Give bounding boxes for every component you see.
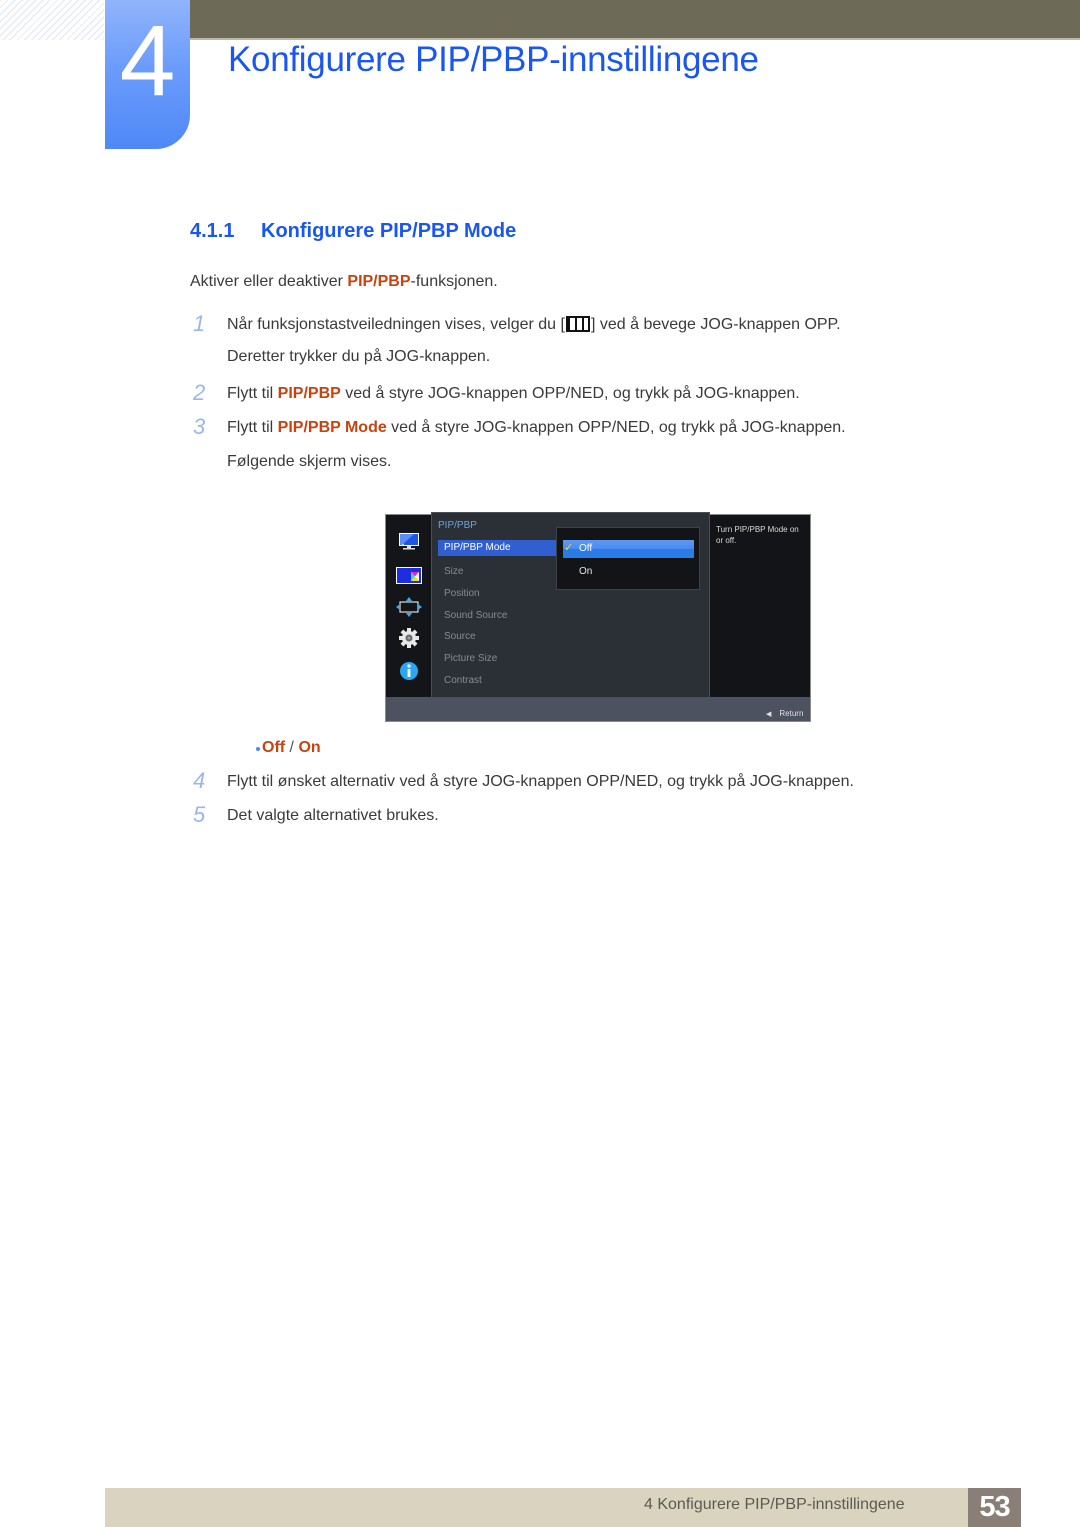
- option-off: Off: [262, 739, 286, 756]
- osd-category-title: PIP/PBP: [438, 520, 477, 531]
- osd-option-dropdown: [556, 527, 700, 590]
- osd-help-text: Turn PIP/PBP Mode on or off.: [716, 525, 799, 545]
- intro-text-end: -funksjonen.: [410, 273, 498, 290]
- step-text: Når funksjonstastveiledningen vises, vel…: [227, 316, 841, 334]
- monitor-icon[interactable]: [396, 531, 422, 553]
- osd-bottom-bar: [386, 697, 810, 721]
- option-separator: /: [285, 739, 299, 756]
- info-icon[interactable]: [396, 660, 422, 682]
- section-title: Konfigurere PIP/PBP Mode: [261, 220, 517, 242]
- step-text-line2: Følgende skjerm vises.: [227, 453, 392, 470]
- osd-option-selected[interactable]: ✓ Off: [563, 540, 694, 558]
- osd-menu-item[interactable]: Size: [444, 566, 463, 577]
- step-text: Det valgte alternativet brukes.: [227, 807, 439, 824]
- pip-pbp-icon[interactable]: [396, 565, 422, 587]
- osd-menu-item[interactable]: Contrast: [444, 675, 482, 686]
- header-bar: [190, 0, 1080, 38]
- step-text: Flytt til PIP/PBP Mode ved å styre JOG-k…: [227, 419, 846, 437]
- intro-text: Aktiver eller deaktiver: [190, 273, 348, 290]
- step-text-part: Flytt til: [227, 385, 278, 402]
- step-highlight: PIP/PBP: [277, 385, 341, 402]
- step-number: 5: [193, 802, 206, 827]
- chapter-number: 4: [119, 5, 176, 117]
- step-number: 2: [193, 380, 206, 405]
- step-text-part: Når funksjonstastveiledningen vises, vel…: [227, 316, 565, 333]
- position-arrows-icon[interactable]: [396, 596, 422, 618]
- osd-menu-item[interactable]: Source: [444, 631, 476, 642]
- osd-menu-item-selected[interactable]: PIP/PBP Mode: [438, 540, 556, 556]
- step-text: Flytt til PIP/PBP ved å styre JOG-knappe…: [227, 385, 800, 403]
- step-text-part: ved å styre JOG-knappen OPP/NED, og tryk…: [386, 419, 846, 436]
- step-number: 1: [193, 311, 206, 336]
- option-on: On: [298, 739, 321, 756]
- left-arrow-icon: ◀: [766, 711, 772, 718]
- step-text: Flytt til ønsket alternativ ved å styre …: [227, 773, 854, 790]
- step-highlight: PIP/PBP Mode: [277, 419, 387, 436]
- step-number: 4: [193, 768, 206, 793]
- step-text-part: ved å styre JOG-knappen OPP/NED, og tryk…: [340, 385, 800, 402]
- bullet-icon: [256, 747, 260, 751]
- osd-menu-item[interactable]: Picture Size: [444, 653, 497, 664]
- page-number: 53: [968, 1488, 1021, 1527]
- options-list: Off / On: [262, 739, 321, 757]
- osd-return-button[interactable]: ◀ Return: [766, 709, 803, 718]
- footer-chapter-title: 4 Konfigurere PIP/PBP-innstillingene: [644, 1496, 905, 1513]
- osd-return-label: Return: [779, 709, 804, 718]
- chapter-title: Konfigurere PIP/PBP-innstillingene: [228, 40, 759, 79]
- gear-icon[interactable]: [396, 627, 422, 649]
- osd-option-label: Off: [579, 543, 593, 554]
- checkmark-icon: ✓: [564, 542, 574, 554]
- step-text-part: ] ved å bevege JOG-knappen OPP.: [590, 316, 841, 333]
- section-number: 4.1.1: [190, 220, 235, 242]
- osd-menu-item-label: PIP/PBP Mode: [444, 542, 511, 553]
- step-text-part: Flytt til: [227, 419, 278, 436]
- header-hatch-pattern: [0, 0, 104, 40]
- intro-highlight: PIP/PBP: [347, 273, 411, 290]
- menu-icon: [565, 316, 590, 332]
- osd-option[interactable]: On: [579, 566, 592, 577]
- step-number: 3: [193, 414, 206, 439]
- step-text-line2: Deretter trykker du på JOG-knappen.: [227, 348, 491, 365]
- osd-menu-item[interactable]: Position: [444, 588, 480, 599]
- intro-paragraph: Aktiver eller deaktiver PIP/PBP-funksjon…: [190, 273, 498, 291]
- osd-menu-item[interactable]: Sound Source: [444, 610, 507, 621]
